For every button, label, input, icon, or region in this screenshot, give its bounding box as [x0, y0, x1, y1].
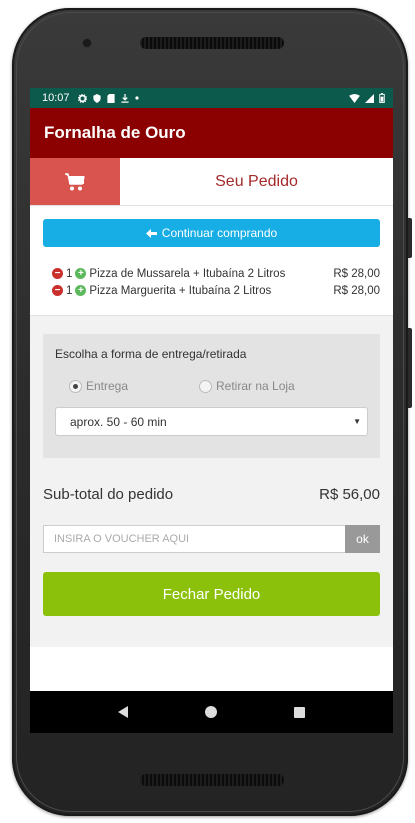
page-title: Seu Pedido: [215, 172, 298, 190]
radio-retirar[interactable]: Retirar na Loja: [199, 379, 295, 393]
status-bar: 10:07: [30, 88, 393, 108]
remove-item-icon[interactable]: −: [52, 268, 63, 279]
radio-button[interactable]: [199, 379, 212, 393]
delivery-time-value: aprox. 50 - 60 min: [70, 414, 167, 429]
delivery-options-panel: Escolha a forma de entrega/retirada Entr…: [43, 334, 380, 458]
add-item-icon[interactable]: +: [75, 268, 87, 279]
subtotal-label: Sub-total do pedido: [43, 486, 174, 503]
caret-down-icon: ▼: [353, 417, 361, 426]
close-order-button[interactable]: Fechar Pedido: [43, 572, 380, 616]
arrow-left-icon: [145, 228, 157, 238]
app-title: Fornalha de Ouro: [44, 123, 186, 142]
dot-icon: [134, 96, 139, 100]
battery-icon: [379, 93, 385, 103]
subtotal-row: Sub-total do pedido R$ 56,00: [43, 486, 380, 503]
wifi-icon: [349, 93, 360, 103]
shield-icon: [92, 93, 101, 103]
power-button: [408, 328, 412, 408]
delivery-title: Escolha a forma de entrega/retirada: [55, 347, 247, 361]
voucher-ok-button[interactable]: ok: [345, 525, 380, 553]
list-item: − 1 + Pizza de Mussarela + Itubaína 2 Li…: [52, 265, 380, 282]
list-item: − 1 + Pizza Marguerita + Itubaína 2 Litr…: [52, 282, 380, 299]
order-items-list: − 1 + Pizza de Mussarela + Itubaína 2 Li…: [43, 265, 380, 299]
volume-button: [408, 218, 412, 258]
radio-retirar-label: Retirar na Loja: [216, 379, 295, 393]
voucher-input[interactable]: [43, 525, 345, 553]
back-icon[interactable]: [118, 706, 129, 718]
item-quantity: 1: [66, 284, 73, 297]
item-quantity: 1: [66, 267, 73, 280]
app-bar: Fornalha de Ouro: [30, 108, 393, 158]
remove-item-icon[interactable]: −: [52, 285, 63, 296]
sd-card-icon: [106, 93, 115, 103]
add-item-icon[interactable]: +: [75, 285, 87, 296]
home-icon[interactable]: [204, 706, 217, 718]
voucher-row: ok: [43, 525, 380, 553]
recents-icon[interactable]: [293, 706, 305, 718]
continue-shopping-button[interactable]: Continuar comprando: [43, 219, 380, 247]
order-header: Seu Pedido: [30, 158, 393, 206]
bottom-speaker: [140, 774, 284, 786]
radio-entrega[interactable]: Entrega: [69, 379, 199, 393]
status-time: 10:07: [42, 92, 70, 104]
item-name: Pizza Marguerita + Itubaína 2 Litros: [89, 284, 272, 297]
cart-icon: [65, 172, 85, 190]
settings-icon: [77, 93, 87, 103]
checkout-area: Escolha a forma de entrega/retirada Entr…: [30, 316, 393, 647]
cart-button[interactable]: [30, 158, 120, 205]
continue-shopping-label: Continuar comprando: [161, 226, 278, 240]
signal-icon: [365, 93, 374, 103]
delivery-radio-group: Entrega Retirar na Loja: [55, 379, 368, 393]
delivery-time-select[interactable]: aprox. 50 - 60 min ▼: [55, 407, 368, 436]
download-icon: [120, 93, 129, 103]
navigation-bar: [30, 691, 393, 733]
front-camera: [82, 38, 92, 48]
item-price: R$ 28,00: [333, 284, 380, 297]
item-price: R$ 28,00: [333, 267, 380, 280]
subtotal-value: R$ 56,00: [319, 486, 380, 503]
order-summary: Continuar comprando − 1 + Pizza de Mussa…: [30, 206, 393, 316]
item-name: Pizza de Mussarela + Itubaína 2 Litros: [89, 267, 286, 280]
radio-button-checked[interactable]: [69, 379, 82, 393]
app-screen: 10:07 Fornalha de Ouro Seu Pedido Contin…: [30, 88, 393, 733]
radio-entrega-label: Entrega: [86, 379, 129, 393]
earpiece-speaker: [140, 37, 284, 49]
